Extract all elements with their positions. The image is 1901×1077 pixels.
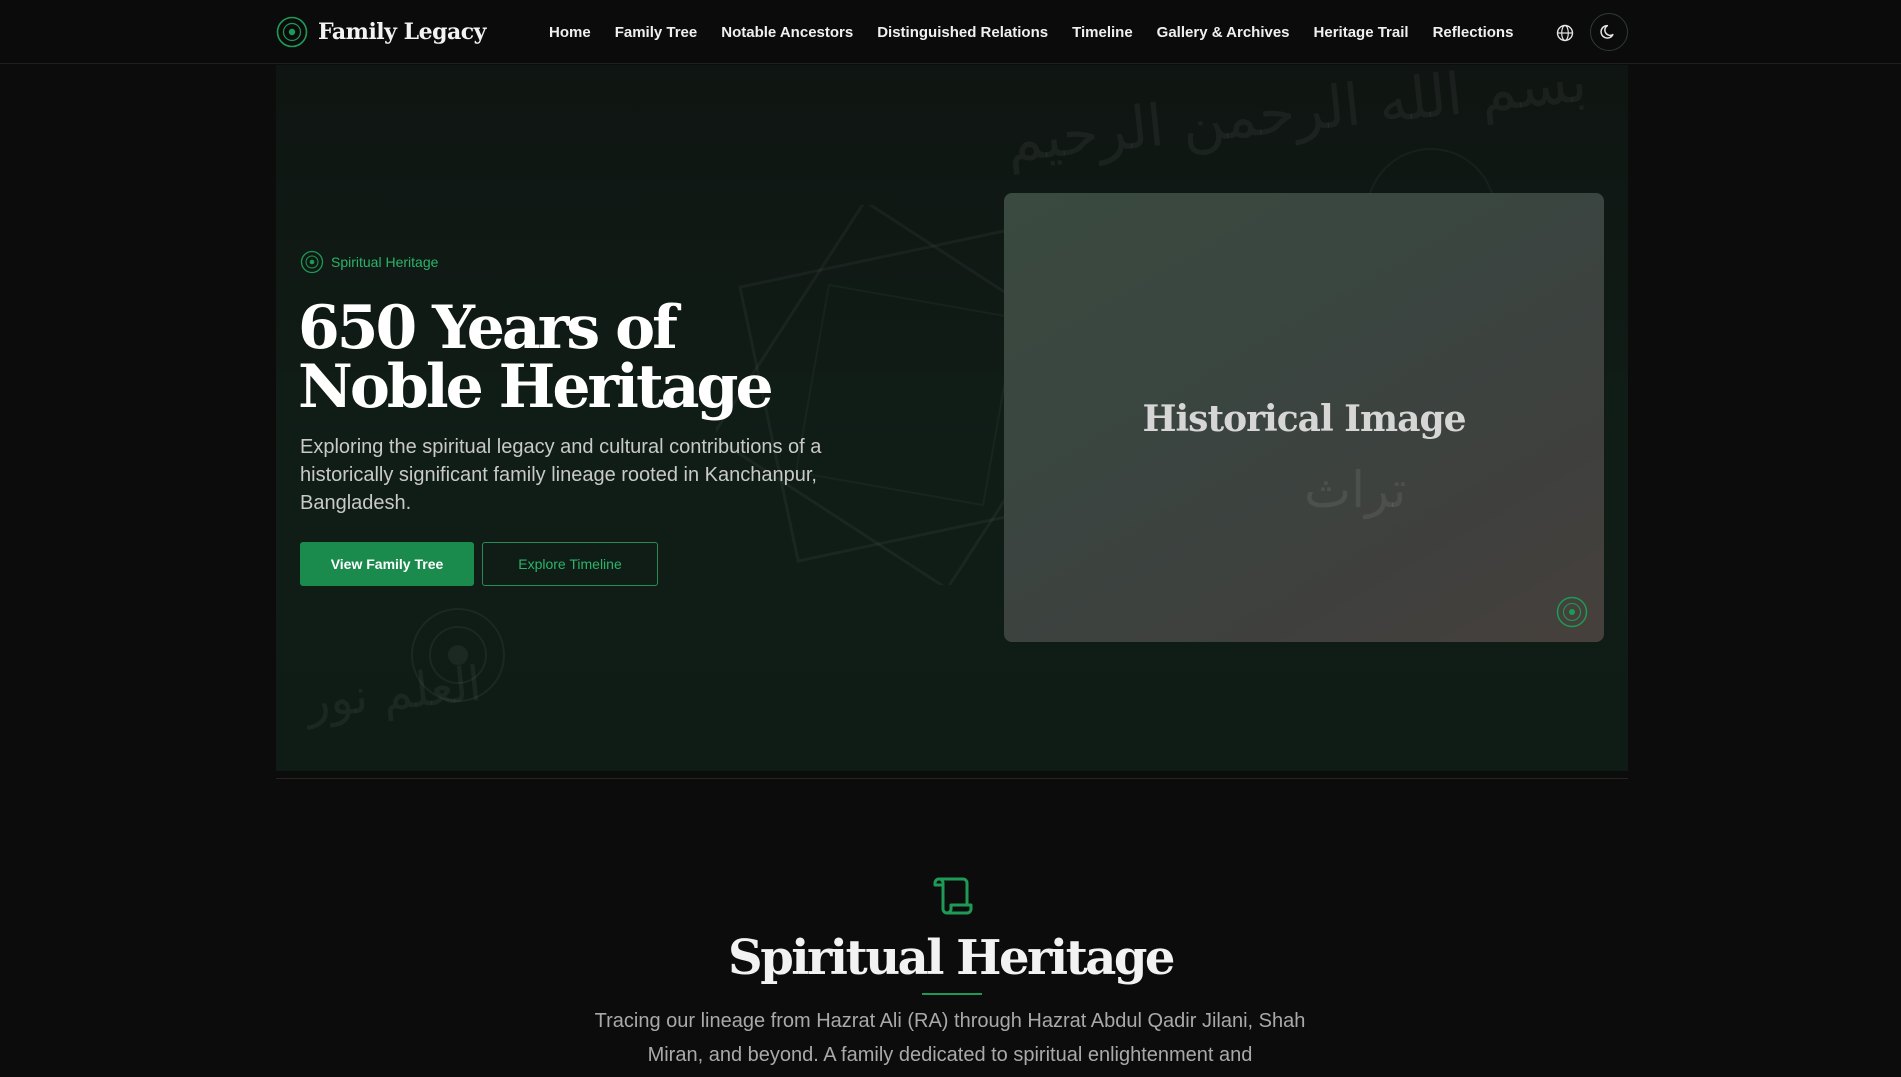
hero-eyebrow: Spiritual Heritage xyxy=(300,250,438,274)
brand-name: Family Legacy xyxy=(318,19,486,45)
section-description: Tracing our lineage from Hazrat Ali (RA)… xyxy=(594,1010,1306,1066)
historical-image-title: Historical Image xyxy=(1142,398,1466,440)
nav-distinguished-relations[interactable]: Distinguished Relations xyxy=(865,20,1060,46)
explore-timeline-button[interactable]: Explore Timeline xyxy=(482,542,658,586)
nav-timeline[interactable]: Timeline xyxy=(1060,20,1145,46)
hero-title: 650 Years of Noble Heritage xyxy=(298,293,774,422)
section-title-underline xyxy=(922,993,982,995)
emblem-icon xyxy=(276,16,308,48)
brand-logo-link[interactable]: Family Legacy xyxy=(276,15,486,49)
nav-family-tree[interactable]: Family Tree xyxy=(603,20,710,46)
scroll-icon xyxy=(933,877,973,915)
nav-reflections[interactable]: Reflections xyxy=(1421,20,1526,46)
hero-section: بسم الله الرحمن الرحيم العلم نور Spiritu… xyxy=(276,65,1628,771)
emblem-icon xyxy=(1556,596,1588,628)
nav-gallery-archives[interactable]: Gallery & Archives xyxy=(1145,20,1302,46)
historical-image-arabic: تراث xyxy=(1304,461,1407,519)
nav-home[interactable]: Home xyxy=(549,20,603,46)
globe-icon xyxy=(1556,24,1574,42)
view-family-tree-button[interactable]: View Family Tree xyxy=(300,542,474,586)
section-title: Spiritual Heritage xyxy=(728,930,1175,986)
historical-image-placeholder: Historical Image تراث xyxy=(1004,193,1604,642)
nav-heritage-trail[interactable]: Heritage Trail xyxy=(1302,20,1421,46)
hero-description: Exploring the spiritual legacy and cultu… xyxy=(300,436,822,514)
theme-toggle-button[interactable] xyxy=(1590,13,1628,51)
language-button[interactable] xyxy=(1552,20,1578,46)
emblem-icon xyxy=(300,250,324,274)
moon-icon xyxy=(1600,24,1614,39)
nav-notable-ancestors[interactable]: Notable Ancestors xyxy=(709,20,865,46)
top-navigation-bar: Family Legacy Home Family Tree Notable A… xyxy=(0,0,1901,64)
hero-eyebrow-text: Spiritual Heritage xyxy=(331,254,439,270)
main-nav: Home Family Tree Notable Ancestors Disti… xyxy=(549,20,1525,46)
section-divider xyxy=(276,778,1628,779)
arabic-calligraphy-top: بسم الله الرحمن الرحيم xyxy=(1003,65,1590,176)
arabic-calligraphy-bottom: العلم نور xyxy=(303,655,484,731)
